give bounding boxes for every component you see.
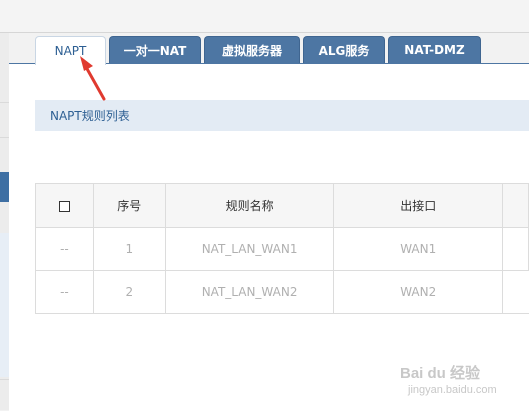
annotation-arrow-icon [80,56,106,101]
watermark-url: jingyan.baidu.com [408,384,497,396]
watermark-brand: Bai du 经验 [400,365,481,382]
